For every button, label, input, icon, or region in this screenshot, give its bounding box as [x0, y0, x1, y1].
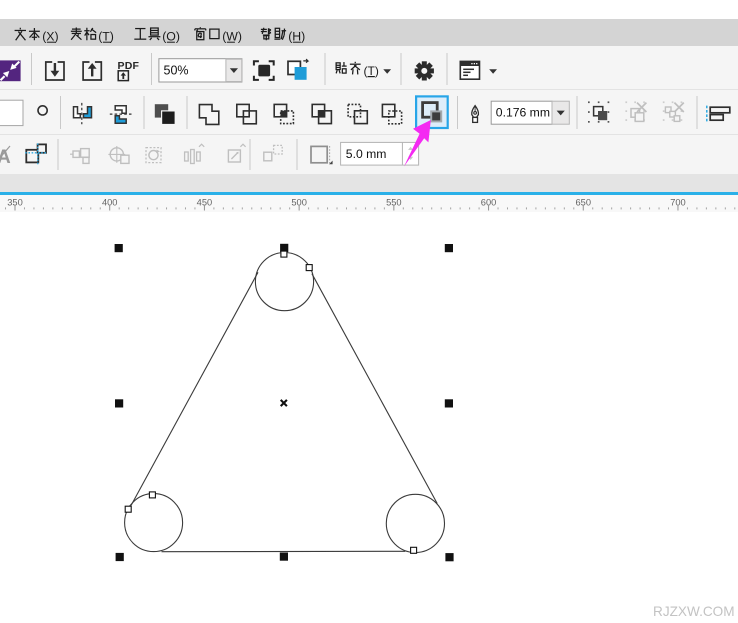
svg-text:0.176 mm: 0.176 mm — [496, 106, 550, 120]
svg-text:50%: 50% — [164, 64, 189, 78]
svg-text:A: A — [0, 147, 11, 168]
svg-text:(O): (O) — [162, 30, 180, 44]
svg-text:(W): (W) — [222, 30, 242, 44]
svg-text:5.0 mm: 5.0 mm — [346, 147, 387, 161]
svg-text:(H): (H) — [288, 30, 305, 44]
svg-text:(T): (T) — [98, 30, 114, 44]
svg-text:(X): (X) — [42, 30, 58, 44]
svg-text:(T): (T) — [364, 64, 379, 78]
